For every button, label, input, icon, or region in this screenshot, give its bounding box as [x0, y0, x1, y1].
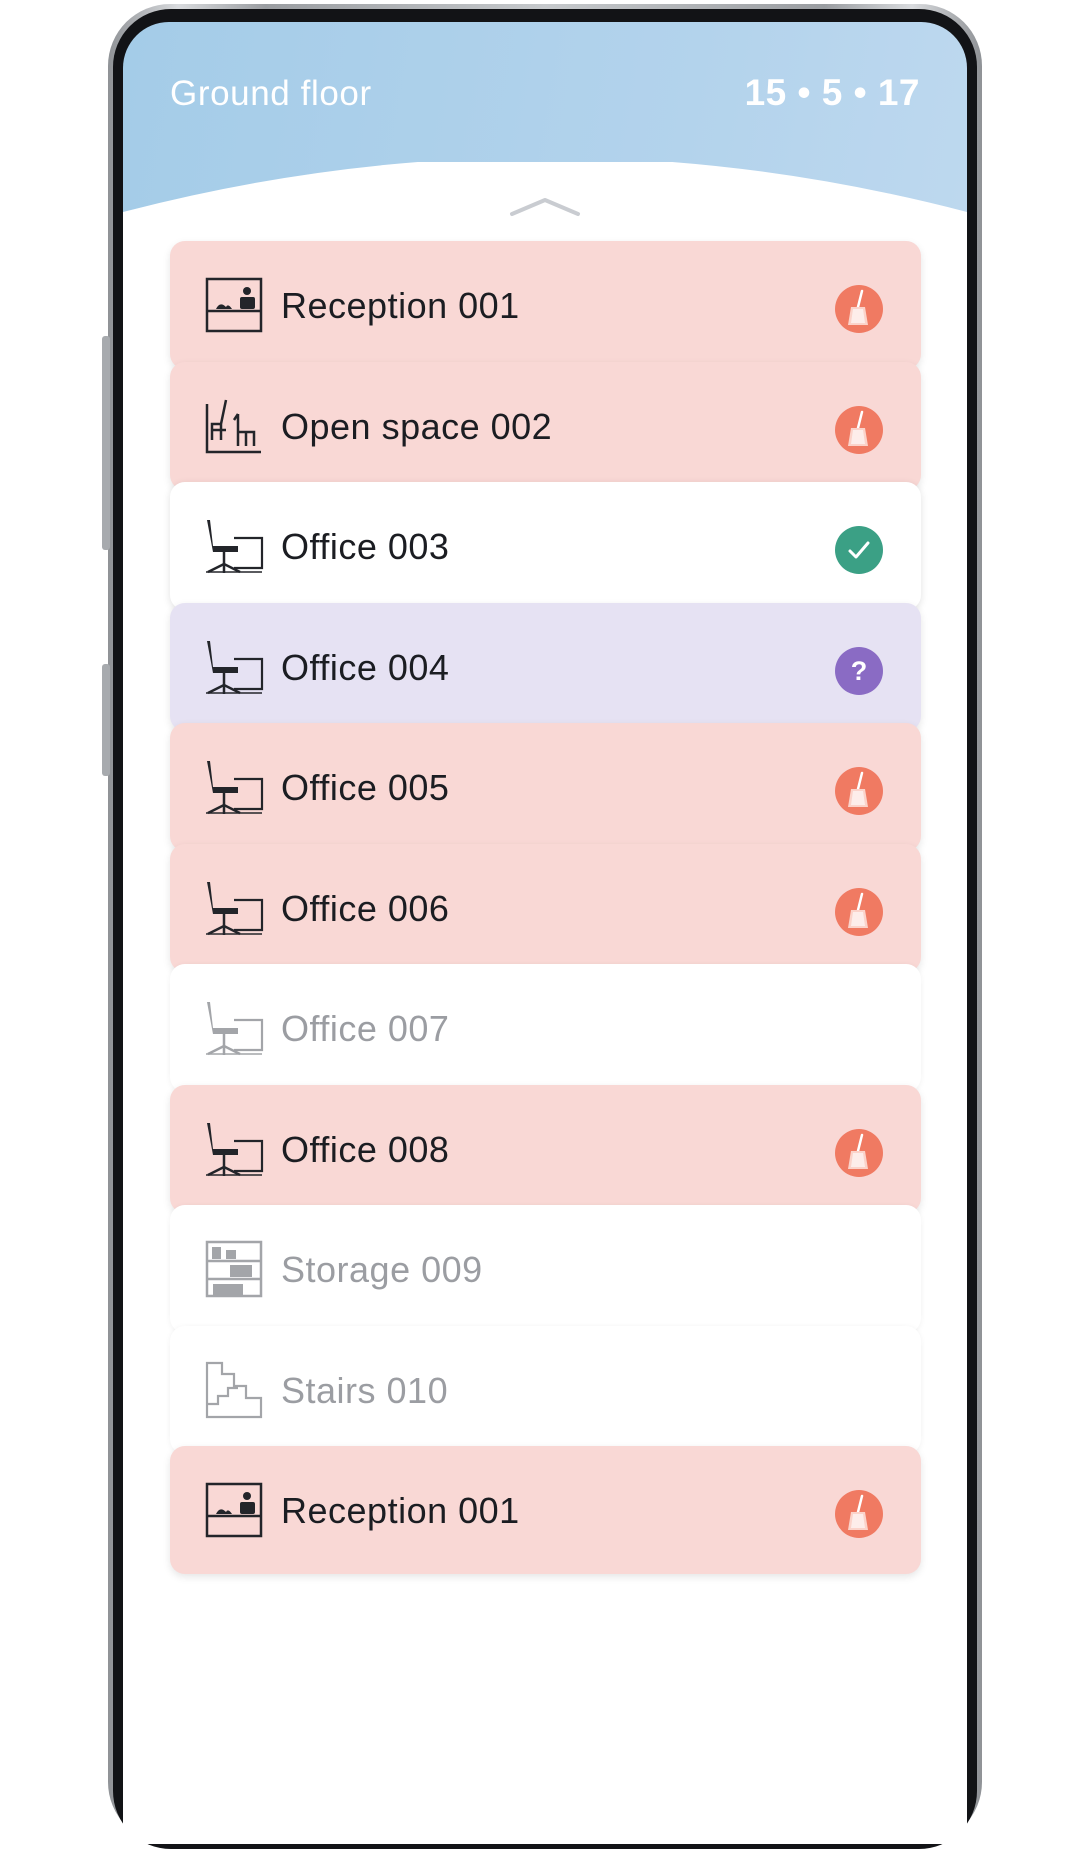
- floor-title: Ground floor: [170, 74, 372, 113]
- office-chair-desk-icon: [204, 998, 264, 1058]
- room-label: Reception 001: [281, 1490, 520, 1531]
- room-label: Reception 001: [281, 285, 520, 326]
- sheet-handle-chevron-up-icon[interactable]: [508, 194, 582, 220]
- room-card[interactable]: Office 008: [170, 1084, 921, 1213]
- room-label: Stairs 010: [281, 1369, 449, 1411]
- broom-icon[interactable]: [835, 767, 883, 815]
- room-label: Storage 009: [281, 1249, 483, 1290]
- office-chair-desk-icon: [204, 637, 264, 697]
- room-label: Office 003: [281, 526, 450, 567]
- room-label: Office 004: [281, 646, 450, 688]
- broom-icon[interactable]: [835, 1128, 883, 1177]
- room-card[interactable]: Office 006: [170, 843, 921, 972]
- stairs-icon: [204, 1360, 264, 1420]
- check-icon[interactable]: [835, 526, 883, 574]
- reception-icon: [204, 1480, 264, 1540]
- room-card[interactable]: Office 007: [170, 964, 921, 1092]
- room-label: Open space 002: [281, 405, 553, 447]
- date-label: 15 • 5 • 17: [744, 72, 920, 113]
- room-card[interactable]: Reception 001: [170, 1446, 921, 1574]
- office-chair-desk-icon: [204, 757, 264, 817]
- app-screen: Ground floor 15 • 5 • 17 Reception 001 O…: [123, 22, 967, 1844]
- broom-icon[interactable]: [835, 285, 883, 333]
- room-card[interactable]: Office 005: [170, 723, 921, 851]
- phone-side-button-volume: [102, 336, 110, 550]
- broom-icon[interactable]: [835, 405, 883, 454]
- reception-icon: [204, 275, 264, 335]
- room-card[interactable]: Open space 002: [170, 361, 921, 490]
- room-label: Office 006: [281, 887, 450, 929]
- room-card[interactable]: Reception 001: [170, 241, 921, 369]
- storage-shelves-icon: [204, 1239, 264, 1299]
- office-chair-desk-icon: [204, 878, 264, 938]
- broom-icon[interactable]: [835, 1490, 883, 1538]
- room-card[interactable]: Stairs 010: [170, 1325, 921, 1454]
- phone-side-button-power: [102, 664, 110, 776]
- room-label: Office 008: [281, 1128, 450, 1170]
- open-space-icon: [204, 396, 264, 456]
- office-chair-desk-icon: [204, 1119, 264, 1179]
- broom-icon[interactable]: [835, 887, 883, 936]
- office-chair-desk-icon: [204, 516, 264, 576]
- room-card[interactable]: Office 003: [170, 482, 921, 610]
- room-label: Office 007: [281, 1008, 450, 1049]
- room-card[interactable]: Storage 009: [170, 1205, 921, 1333]
- room-label: Office 005: [281, 767, 450, 808]
- question-icon[interactable]: ?: [835, 646, 883, 695]
- room-card[interactable]: Office 004?: [170, 602, 921, 731]
